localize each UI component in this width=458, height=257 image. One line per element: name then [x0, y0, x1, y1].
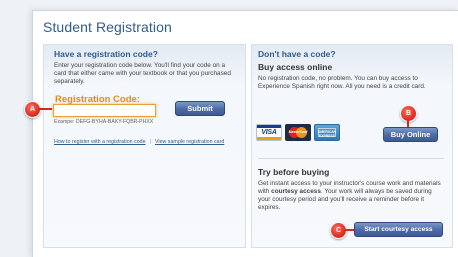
mastercard-icon: MasterCard	[285, 124, 311, 141]
buy-online-button[interactable]: Buy Online	[383, 127, 438, 142]
buy-access-text: No registration code, no problem. You ca…	[258, 75, 426, 90]
have-code-heading: Have a registration code?	[54, 49, 158, 59]
marker-a-pointer	[38, 108, 52, 110]
registration-code-input[interactable]	[53, 104, 156, 117]
try-before-buying-heading: Try before buying	[258, 167, 330, 177]
how-to-register-link[interactable]: How to register with a registration code	[54, 139, 146, 145]
link-separator: |	[149, 139, 151, 145]
try-before-buying-text: Get instant access to your instructor's …	[258, 180, 441, 211]
marker-c-pointer	[345, 229, 354, 231]
view-sample-card-link[interactable]: View sample registration card	[155, 139, 224, 145]
help-links: How to register with a registration code…	[54, 139, 224, 145]
have-code-intro: Enter your registration code below. You'…	[54, 62, 231, 85]
start-courtesy-access-button[interactable]: Start courtesy access	[354, 222, 443, 237]
buy-access-heading: Buy access online	[258, 62, 333, 72]
code-example: Exampe: DEFG-BYHA-BAKY-FQBR-PHXX	[54, 119, 154, 125]
section-divider	[258, 158, 444, 159]
visa-card-icon: VISA	[256, 124, 282, 141]
no-code-heading: Don't have a code?	[258, 49, 336, 59]
payment-cards: VISA MasterCard AMERICAN EXPRESS	[256, 124, 343, 142]
amex-card-icon: AMERICAN EXPRESS	[314, 124, 340, 141]
submit-button[interactable]: Submit	[175, 101, 225, 116]
page-title: Student Registration	[43, 19, 172, 35]
marker-b-pointer	[407, 120, 409, 127]
